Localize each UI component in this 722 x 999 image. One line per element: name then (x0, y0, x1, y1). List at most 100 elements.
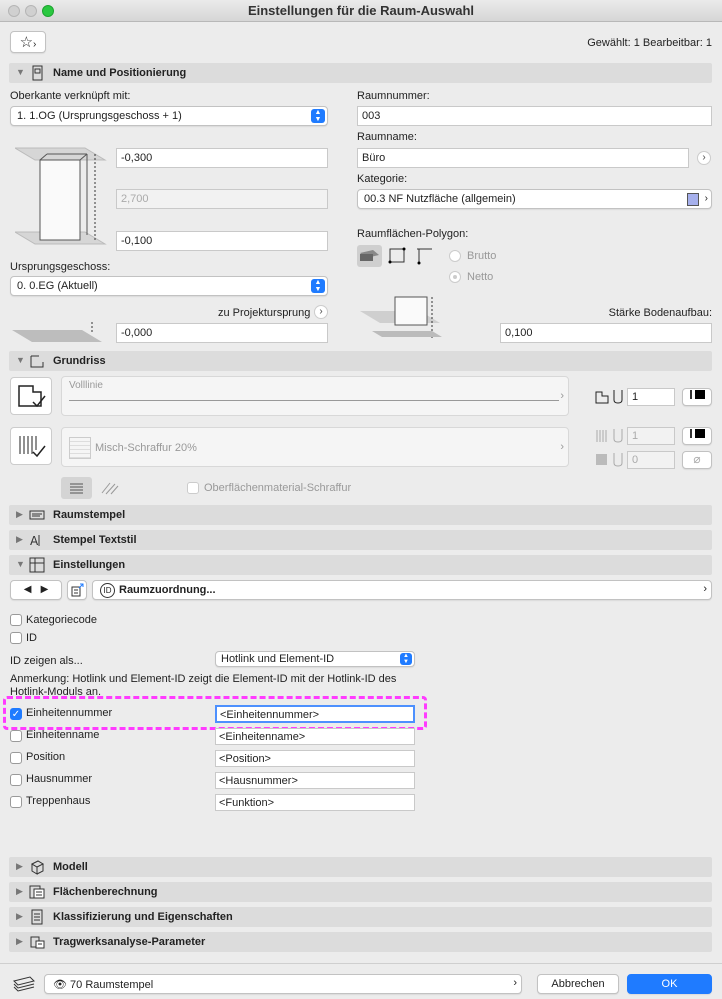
ok-button[interactable]: OK (627, 974, 712, 994)
home-story-label: Ursprungsgeschoss: (10, 261, 111, 273)
cancel-button[interactable]: Abbrechen (537, 974, 619, 994)
fill-toggle-button[interactable] (10, 427, 52, 465)
floor-thickness-input[interactable]: 0,100 (500, 323, 712, 343)
section-area-calculation[interactable]: ▶ Flächenberechnung (9, 882, 712, 902)
section-title: Tragwerksanalyse-Parameter (53, 936, 206, 948)
category-code-checkbox[interactable] (10, 614, 22, 626)
stamp-selector[interactable]: 👁 70 Raumstempel › (44, 974, 522, 994)
section-title: Klassifizierung und Eigenschaften (53, 911, 233, 923)
stamp-selector-value: 70 Raumstempel (70, 979, 154, 991)
category-color-swatch (687, 193, 699, 206)
fill-pen-icon (596, 429, 623, 443)
polygon-mode-3d-button[interactable] (357, 245, 382, 267)
floor-thickness-label: Stärke Bodenaufbau: (608, 307, 712, 319)
background-pen-input: 0 (627, 451, 675, 469)
surface-fill-checkbox (187, 482, 199, 494)
arrow-left-icon[interactable]: ◀ (24, 584, 32, 595)
background-transparent-button: ⌀ (682, 451, 712, 469)
project-zero-label: zu Projektursprung (218, 307, 311, 319)
top-link-select[interactable]: 1. 1.OG (Ursprungsgeschoss + 1) ▲ ▼ (10, 106, 328, 126)
unit-name-checkbox[interactable] (10, 730, 22, 742)
polygon-mode-inner-button[interactable] (414, 245, 436, 267)
category-label: Kategorie: (357, 173, 408, 185)
position-checkbox[interactable] (10, 752, 22, 764)
cube-icon (30, 860, 45, 875)
section-floorplan[interactable]: ▼ Grundriss (9, 351, 712, 371)
top-offset-input[interactable]: -0,300 (116, 148, 328, 168)
section-model[interactable]: ▶ Modell (9, 857, 712, 877)
id-show-value: Hotlink und Element-ID (221, 653, 335, 665)
category-value: 00.3 NF Nutzfläche (allgemein) (364, 193, 516, 205)
stepper-icon: ▲ ▼ (311, 109, 325, 123)
id-icon: ID (100, 583, 115, 598)
chevron-right-icon: › (704, 193, 708, 204)
favorites-button[interactable]: ☆› (10, 31, 46, 53)
section-title: Name und Positionierung (53, 67, 187, 79)
line-type-selector[interactable]: Volllinie › (61, 376, 569, 416)
fill-type-selector[interactable]: Misch-Schraffur 20% › (61, 427, 569, 467)
contour-toggle-button[interactable] (10, 377, 52, 415)
home-story-select[interactable]: 0. 0.EG (Aktuell) ▲ ▼ (10, 276, 328, 296)
section-structural-analysis[interactable]: ▶ Tragwerksanalyse-Parameter (9, 932, 712, 952)
inner-outline-icon (417, 248, 432, 265)
unit-number-input[interactable]: <Einheitennummer> (215, 705, 415, 723)
list-arrow-icon (71, 583, 84, 597)
triangle-down-icon: ▼ (16, 559, 25, 569)
hatch-horizontal-icon (70, 483, 83, 494)
nav-arrows[interactable]: ◀ ▶ (10, 580, 62, 600)
arrow-right-icon[interactable]: ▶ (41, 584, 49, 595)
house-number-input[interactable]: <Hausnummer> (215, 772, 415, 789)
stairwell-input[interactable]: <Funktion> (215, 794, 415, 811)
unit-name-input[interactable]: <Einheitenname> (215, 728, 415, 745)
contour-pen-input[interactable]: 1 (627, 388, 675, 406)
window-title: Einstellungen für die Raum-Auswahl (247, 3, 475, 18)
top-link-label: Oberkante verknüpft mit: (10, 90, 131, 102)
radio-net (449, 271, 461, 283)
floor-thickness-diagram-icon (360, 296, 442, 338)
top-link-value: 1. 1.OG (Ursprungsgeschoss + 1) (17, 110, 182, 122)
room-icon (32, 65, 43, 81)
background-pen-icon (596, 453, 623, 467)
id-checkbox[interactable] (10, 632, 22, 644)
fill-pen-input: 1 (627, 427, 675, 445)
fill-orientation-fit-button[interactable] (96, 477, 124, 499)
section-title: Raumstempel (53, 509, 126, 521)
stairwell-checkbox[interactable] (10, 796, 22, 808)
triangle-right-icon: ▶ (16, 861, 23, 871)
polygon-mode-outline-button[interactable] (387, 245, 409, 267)
section-title: Einstellungen (53, 559, 126, 571)
hatch-diagonal-icon (101, 482, 119, 495)
bottom-offset-input[interactable]: -0,100 (116, 231, 328, 251)
fill-preview-swatch (69, 437, 91, 459)
section-stamp-text-style[interactable]: ▶ A Stempel Textstil (9, 530, 712, 550)
export-button[interactable] (67, 580, 87, 600)
position-input[interactable]: <Position> (215, 750, 415, 767)
stepper-icon: ▲ ▼ (400, 653, 412, 665)
contour-pen-color-button[interactable] (682, 388, 712, 406)
section-room-stamp[interactable]: ▶ Raumstempel (9, 505, 712, 525)
section-name-positioning[interactable]: ▼ Name und Positionierung (9, 63, 712, 83)
fill-orientation-project-button[interactable] (61, 477, 92, 499)
document-list-icon (31, 909, 43, 925)
settings-page-dropdown[interactable]: ID Raumzuordnung... › (92, 580, 712, 600)
room-number-input[interactable]: 003 (357, 106, 712, 126)
category-select[interactable]: 00.3 NF Nutzfläche (allgemein) › (357, 189, 712, 209)
slab-icon (360, 250, 379, 261)
unit-number-checkbox[interactable]: ✓ (10, 708, 22, 720)
chevron-right-icon[interactable]: › (697, 151, 711, 165)
id-show-select[interactable]: Hotlink und Element-ID ▲ ▼ (215, 651, 415, 667)
room-name-input[interactable]: Büro (357, 148, 689, 168)
section-settings[interactable]: ▼ Einstellungen (9, 555, 712, 575)
unit-number-label: Einheitennummer (26, 707, 113, 719)
contour-icon (18, 385, 46, 408)
triangle-right-icon: ▶ (16, 886, 23, 896)
chevron-right-icon[interactable]: › (314, 305, 328, 319)
home-story-value: 0. 0.EG (Aktuell) (17, 280, 98, 292)
fill-pen-color-button[interactable] (682, 427, 712, 445)
triangle-down-icon: ▼ (16, 67, 25, 77)
house-number-checkbox[interactable] (10, 774, 22, 786)
project-zero-input[interactable]: -0,000 (116, 323, 328, 343)
position-label: Position (26, 751, 66, 763)
room-number-label: Raumnummer: (357, 90, 430, 102)
section-classification[interactable]: ▶ Klassifizierung und Eigenschaften (9, 907, 712, 927)
